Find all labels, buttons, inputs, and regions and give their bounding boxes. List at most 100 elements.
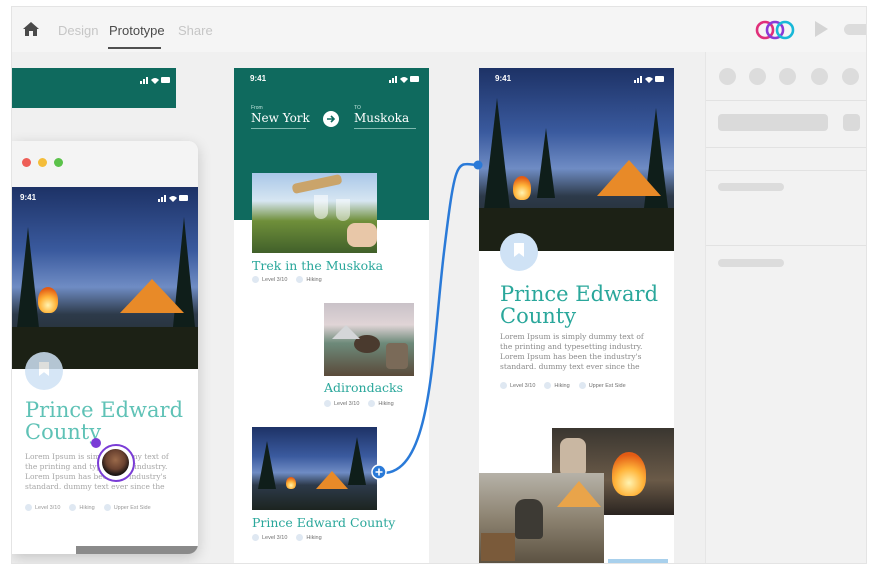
location-icon — [103, 504, 111, 511]
tab-prototype[interactable]: Prototype — [109, 23, 165, 38]
hiking-icon — [368, 400, 376, 407]
status-bar: 9:41 — [479, 68, 674, 90]
inspector-placeholder — [718, 259, 784, 267]
play-icon[interactable] — [815, 21, 828, 37]
card-level: Level 3/10 — [262, 534, 288, 541]
card-meta-muskoka: Level 3/10 Hiking — [252, 276, 322, 283]
hiking-icon — [296, 534, 304, 541]
level-icon — [252, 534, 259, 541]
design-canvas[interactable]: 9:41 From New York TO Muskoka Trek in th… — [12, 52, 705, 563]
hiking-icon — [544, 382, 552, 389]
collage-photo-hiker — [479, 473, 604, 563]
inspector-divider — [706, 245, 866, 246]
artboard-detail[interactable]: 9:41 Prince Edward County Lorem Ipsum is… — [479, 68, 674, 563]
close-window-button[interactable] — [22, 158, 31, 167]
to-underline — [354, 128, 416, 129]
tab-share[interactable]: Share — [178, 23, 213, 38]
preview-title: Prince Edward County — [25, 399, 183, 443]
inspector-option[interactable] — [842, 68, 859, 85]
home-icon[interactable] — [22, 20, 40, 38]
hiking-icon — [296, 276, 304, 283]
card-activity: Hiking — [306, 534, 322, 541]
collage-photo-sky — [608, 559, 668, 563]
card-activity: Hiking — [378, 400, 394, 407]
detail-body: Lorem Ipsum is simply dummy text of the … — [500, 332, 644, 371]
detail-meta: Level 3/10 Hiking Upper Est Side — [500, 382, 626, 389]
property-inspector — [705, 52, 866, 563]
inspector-divider — [706, 147, 866, 148]
to-city: Muskoka — [354, 111, 410, 125]
minimize-window-button[interactable] — [38, 158, 47, 167]
collaborator-avatar[interactable] — [97, 444, 135, 482]
card-image-muskoka[interactable] — [252, 173, 377, 253]
share-button[interactable] — [844, 24, 866, 35]
card-activity: Hiking — [306, 276, 322, 283]
level-icon — [25, 504, 32, 511]
coediting-users-icon[interactable] — [754, 19, 798, 41]
tab-design[interactable]: Design — [58, 23, 98, 38]
inspector-divider — [706, 170, 866, 171]
card-image-prince-edward[interactable] — [252, 427, 377, 510]
status-icons — [634, 76, 664, 83]
preview-status-bar: 9:41 — [12, 187, 198, 209]
status-icons — [158, 195, 188, 202]
detail-title: Prince Edward County — [500, 283, 658, 327]
status-bar: 9:41 — [234, 68, 429, 90]
detail-title-line1: Prince Edward — [500, 282, 659, 306]
maximize-window-button[interactable] — [54, 158, 63, 167]
artboard-left-partial[interactable] — [12, 68, 176, 108]
level-icon — [252, 276, 259, 283]
level-icon — [500, 382, 507, 389]
inspector-divider — [706, 100, 866, 101]
preview-title-line2: County — [25, 420, 102, 444]
preview-body-line: standard. dummy text ever since the — [25, 482, 165, 491]
inspector-field[interactable] — [718, 114, 828, 131]
plus-icon[interactable] — [371, 464, 387, 480]
card-image-adirondacks[interactable] — [324, 303, 414, 376]
preview-title-line1: Prince Edward — [25, 398, 184, 422]
preview-bottom-strip — [76, 546, 198, 554]
preview-level: Level 3/10 — [35, 504, 61, 511]
detail-activity: Hiking — [554, 382, 570, 389]
card-meta-prince-edward: Level 3/10 Hiking — [252, 534, 322, 541]
card-title-prince-edward[interactable]: Prince Edward County — [252, 515, 395, 530]
xd-app-window: Design Prototype Share 9:41 From New Yor… — [11, 6, 867, 564]
bookmark-icon[interactable] — [500, 233, 538, 271]
from-city: New York — [251, 111, 310, 125]
inspector-option[interactable] — [779, 68, 796, 85]
status-time: 9:41 — [495, 74, 512, 83]
status-time: 9:41 — [20, 193, 37, 202]
level-icon — [324, 400, 331, 407]
card-meta-adirondacks: Level 3/10 Hiking — [324, 400, 394, 407]
inspector-placeholder — [718, 183, 784, 191]
hiking-icon — [69, 504, 77, 511]
detail-location: Upper Est Side — [588, 382, 626, 389]
preview-hero-image — [12, 187, 198, 369]
preview-window[interactable]: 9:41 Prince Edward County Lorem Ipsum is… — [12, 141, 198, 554]
status-icons — [140, 77, 170, 84]
arrow-right-icon[interactable] — [323, 111, 339, 127]
inspector-option[interactable] — [811, 68, 828, 85]
location-icon — [578, 382, 586, 389]
status-time: 9:41 — [250, 74, 267, 83]
inspector-toggle[interactable] — [843, 114, 860, 131]
hero-image-camp — [479, 68, 674, 251]
inspector-option[interactable] — [749, 68, 766, 85]
from-underline — [251, 128, 306, 129]
detail-title-line2: County — [500, 304, 577, 328]
active-tab-indicator — [108, 47, 161, 49]
card-title-muskoka[interactable]: Trek in the Muskoka — [252, 258, 383, 273]
preview-activity: Hiking — [79, 504, 95, 511]
bookmark-icon[interactable] — [25, 352, 63, 390]
status-icons — [389, 76, 419, 83]
detail-level: Level 3/10 — [510, 382, 536, 389]
preview-location: Upper Est Side — [113, 504, 151, 511]
preview-meta: Level 3/10 Hiking Upper Est Side — [25, 504, 151, 511]
card-level: Level 3/10 — [334, 400, 360, 407]
card-title-adirondacks[interactable]: Adirondacks — [324, 380, 403, 395]
artboard-trip-list[interactable]: 9:41 From New York TO Muskoka Trek in th… — [234, 68, 429, 563]
card-level: Level 3/10 — [262, 276, 288, 283]
collaborator-cursor-dot — [91, 438, 101, 448]
top-toolbar: Design Prototype Share — [12, 7, 866, 52]
inspector-option[interactable] — [719, 68, 736, 85]
